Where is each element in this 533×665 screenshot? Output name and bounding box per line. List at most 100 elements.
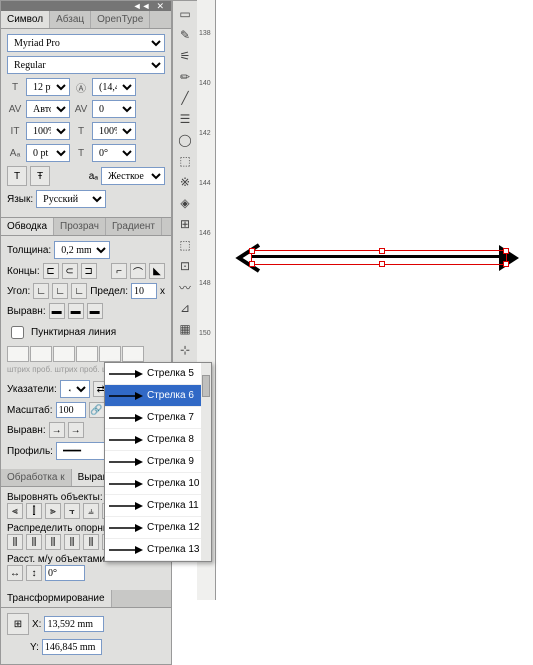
baseline-input[interactable]: 0 pt — [26, 144, 70, 162]
corner-1[interactable]: ∟ — [33, 283, 49, 299]
align-right[interactable]: ⫸ — [45, 503, 61, 519]
handle-tc[interactable] — [379, 248, 385, 254]
handle-bl[interactable] — [249, 261, 255, 267]
tool-7-icon[interactable]: ◯ — [175, 130, 195, 150]
dropdown-scrollbar[interactable] — [201, 363, 211, 561]
miter-input[interactable] — [131, 283, 157, 299]
arrow-option-8[interactable]: Стрелка 8 — [105, 429, 211, 451]
arrow-option-7[interactable]: Стрелка 7 — [105, 407, 211, 429]
tab-pathfinder[interactable]: Обработка к — [1, 469, 72, 486]
tool-17-icon[interactable]: ⊹ — [175, 340, 195, 360]
arrow-option-10[interactable]: Стрелка 10 — [105, 473, 211, 495]
tab-transform[interactable]: Трансформирование — [1, 590, 112, 607]
align-vcenter[interactable]: ⫨ — [83, 503, 99, 519]
arrow-option-9[interactable]: Стрелка 9 — [105, 451, 211, 473]
tool-1[interactable]: ▭ — [175, 4, 195, 24]
dashed-checkbox[interactable] — [11, 326, 24, 339]
tool-2-icon[interactable]: ✎ — [175, 25, 195, 45]
handle-tl[interactable] — [249, 248, 255, 254]
reference-point[interactable]: ⊞ — [7, 613, 29, 635]
scale-link[interactable]: 🔗 — [89, 402, 105, 418]
align-top[interactable]: ⫟ — [64, 503, 80, 519]
arrow-option-12[interactable]: Стрелка 12 — [105, 517, 211, 539]
dash-6[interactable] — [122, 346, 144, 362]
space-h[interactable]: ↔ — [7, 565, 23, 581]
tracking-input[interactable]: 0 — [92, 100, 136, 118]
corner-2[interactable]: ∟ — [52, 283, 68, 299]
tool-6-icon[interactable]: ☰ — [175, 109, 195, 129]
tool-8-icon[interactable]: ⬚ — [175, 151, 195, 171]
font-size-input[interactable]: 12 pt — [26, 78, 70, 96]
tool-9-icon[interactable]: ※ — [175, 172, 195, 192]
tool-13-icon[interactable]: ⊡ — [175, 256, 195, 276]
join-bevel[interactable]: ◣ — [149, 263, 165, 279]
dash-5[interactable] — [99, 346, 121, 362]
collapse-icon[interactable]: ◄◄ — [130, 1, 154, 11]
tab-gradient[interactable]: Градиент — [106, 218, 162, 235]
scale-input[interactable] — [56, 402, 86, 418]
corner-3[interactable]: ∟ — [71, 283, 87, 299]
kerning-input[interactable]: Авто — [26, 100, 70, 118]
dash-2[interactable] — [30, 346, 52, 362]
font-family-select[interactable]: Myriad Pro — [7, 34, 165, 52]
tool-14-icon[interactable]: 〰 — [175, 277, 195, 297]
align-hcenter[interactable]: ⫿ — [26, 503, 42, 519]
align-outside[interactable]: ▬ — [87, 303, 103, 319]
align-left[interactable]: ⫷ — [7, 503, 23, 519]
tool-12-icon[interactable]: ⬚ — [175, 235, 195, 255]
allcaps-button[interactable]: T — [7, 166, 27, 186]
weight-input[interactable]: 0,2 mm — [54, 241, 110, 259]
spacing-input[interactable] — [45, 565, 85, 581]
y-input[interactable] — [42, 639, 102, 655]
tool-15-icon[interactable]: ⊿ — [175, 298, 195, 318]
arrow-option-5[interactable]: Стрелка 5 — [105, 363, 211, 385]
tab-opentype[interactable]: OpenType — [91, 11, 150, 28]
dash-1[interactable] — [7, 346, 29, 362]
rotation-input[interactable]: 0° — [92, 144, 136, 162]
tool-4-icon[interactable]: ✏ — [175, 67, 195, 87]
tab-transparency[interactable]: Прозрач — [54, 218, 106, 235]
arrow-option-6[interactable]: Стрелка 6 — [105, 385, 211, 407]
handle-bc[interactable] — [379, 261, 385, 267]
arrow-align-1[interactable]: → — [49, 422, 65, 438]
dist-1[interactable]: ⫼ — [7, 534, 23, 550]
join-miter[interactable]: ⌐ — [111, 263, 127, 279]
cap-round[interactable]: ⊂ — [62, 263, 78, 279]
handle-br[interactable] — [503, 261, 509, 267]
vscale-input[interactable]: 100% — [26, 122, 70, 140]
dist-3[interactable]: ⫼ — [45, 534, 61, 550]
tab-stroke[interactable]: Обводка — [1, 218, 54, 235]
handle-tr[interactable] — [503, 248, 509, 254]
align-inside[interactable]: ▬ — [68, 303, 84, 319]
dash-3[interactable] — [53, 346, 75, 362]
tool-10-icon[interactable]: ◈ — [175, 193, 195, 213]
align-center[interactable]: ▬ — [49, 303, 65, 319]
language-select[interactable]: Русский — [36, 190, 106, 208]
space-v[interactable]: ↕ — [26, 565, 42, 581]
smallcaps-button[interactable]: Ŧ — [30, 166, 50, 186]
aa-select[interactable]: Жесткое — [101, 167, 165, 185]
hscale-input[interactable]: 100% — [92, 122, 136, 140]
close-icon[interactable]: ✕ — [153, 1, 167, 12]
arrow-option-13[interactable]: Стрелка 13 — [105, 539, 211, 561]
x-input[interactable] — [44, 616, 104, 632]
tool-16-icon[interactable]: ▦ — [175, 319, 195, 339]
tool-3-icon[interactable]: ⚟ — [175, 46, 195, 66]
canvas[interactable] — [217, 0, 533, 600]
arrow-align-2[interactable]: → — [68, 422, 84, 438]
cap-square[interactable]: ⊐ — [81, 263, 97, 279]
tab-symbol[interactable]: Символ — [1, 11, 50, 28]
cap-butt[interactable]: ⊏ — [43, 263, 59, 279]
dash-4[interactable] — [76, 346, 98, 362]
dist-4[interactable]: ⫼ — [64, 534, 80, 550]
leading-input[interactable]: (14,4 pt — [92, 78, 136, 96]
join-round[interactable]: ⌒ — [130, 263, 146, 279]
arrow-option-11[interactable]: Стрелка 11 — [105, 495, 211, 517]
dist-5[interactable]: ⫼ — [83, 534, 99, 550]
font-style-select[interactable]: Regular — [7, 56, 165, 74]
tool-11-icon[interactable]: ⊞ — [175, 214, 195, 234]
arrow-start-select[interactable]: ← — [60, 380, 90, 398]
tool-5-icon[interactable]: ╱ — [175, 88, 195, 108]
selected-arrow-object[interactable] — [231, 243, 527, 273]
dist-2[interactable]: ⫼ — [26, 534, 42, 550]
